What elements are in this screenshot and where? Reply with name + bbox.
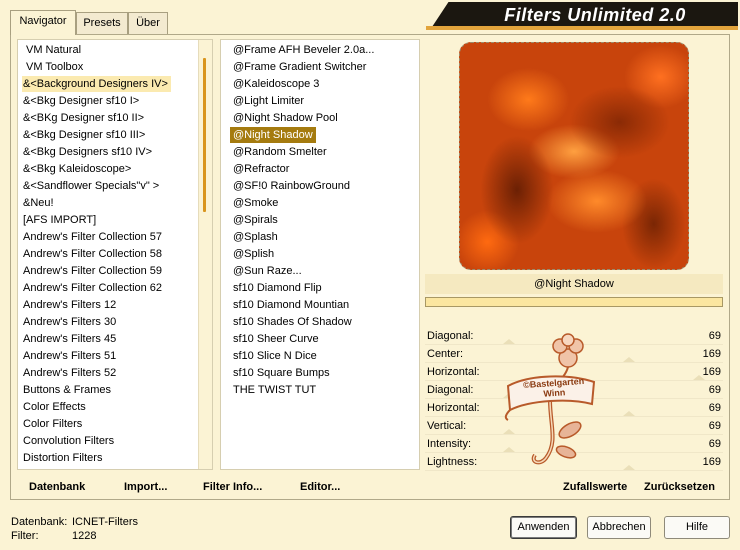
parameter-value: 69 [708, 438, 721, 450]
datenbank-button[interactable]: Datenbank [29, 479, 85, 495]
parameter-value: 169 [702, 456, 721, 468]
filter-item[interactable]: @Night Shadow Pool [230, 110, 341, 126]
app-title: Filters Unlimited 2.0 [504, 5, 686, 25]
category-item[interactable]: &<BKg Designer sf10 II> [22, 110, 147, 126]
category-item[interactable]: Andrew's Filters 52 [22, 365, 119, 381]
tab-navigator[interactable]: Navigator [10, 10, 76, 35]
category-item[interactable]: Andrew's Filters 12 [22, 297, 119, 313]
status-filter-label: Filter: [11, 530, 39, 542]
tab-ueber[interactable]: Über [128, 12, 168, 34]
category-item[interactable]: &Neu! [22, 195, 57, 211]
parameter-value: 169 [702, 366, 721, 378]
filter-item[interactable]: sf10 Diamond Flip [230, 280, 325, 296]
category-item[interactable]: Andrew's Filters 45 [22, 331, 119, 347]
status-filter-value: 1228 [72, 530, 97, 542]
parameter-value: 69 [708, 402, 721, 414]
category-item[interactable]: Andrew's Filter Collection 57 [22, 229, 165, 245]
filter-item[interactable]: sf10 Sheer Curve [230, 331, 322, 347]
filter-item[interactable]: @Kaleidoscope 3 [230, 76, 322, 92]
parameter-value: 69 [708, 420, 721, 432]
import-button[interactable]: Import... [124, 479, 167, 495]
parameter-name: Intensity: [427, 438, 472, 450]
category-item[interactable]: Convolution Filters [22, 433, 117, 449]
filter-item[interactable]: @Splish [230, 246, 277, 262]
category-item[interactable]: Edges, Round [22, 467, 96, 469]
watermark-logo [504, 333, 596, 465]
tab-presets[interactable]: Presets [76, 12, 128, 34]
filter-item[interactable]: @Light Limiter [230, 93, 307, 109]
parameter-value: 69 [708, 330, 721, 342]
status-db-value: ICNET-Filters [72, 516, 138, 528]
slider-thumb-icon[interactable] [623, 357, 635, 362]
category-item[interactable]: [AFS IMPORT] [22, 212, 99, 228]
filter-item[interactable]: @Random Smelter [230, 144, 330, 160]
category-item[interactable]: VM Toolbox [22, 59, 86, 75]
preview-filter-name: @Night Shadow [425, 274, 723, 294]
category-item[interactable]: Andrew's Filter Collection 62 [22, 280, 165, 296]
category-item[interactable]: &<Bkg Designer sf10 III> [22, 127, 148, 143]
filter-item[interactable]: @Frame Gradient Switcher [230, 59, 369, 75]
parameter-name: Center: [427, 348, 464, 360]
filter-item[interactable]: @Night Shadow [230, 127, 316, 143]
parameter-name: Lightness: [427, 456, 478, 468]
category-item[interactable]: &<Bkg Kaleidoscope> [22, 161, 134, 177]
parameter-name: Diagonal: [427, 330, 474, 342]
status-db-label: Datenbank: [11, 516, 68, 528]
category-list[interactable]: VM Natural VM Toolbox &<Background Designe… [17, 39, 213, 470]
cancel-button[interactable]: Abbrechen [587, 516, 651, 539]
filter-item[interactable]: THE TWIST TUT [230, 382, 319, 398]
category-item[interactable]: Andrew's Filter Collection 59 [22, 263, 165, 279]
preview-image [459, 42, 689, 270]
filter-item[interactable]: @Frame AFH Beveler 2.0a... [230, 42, 377, 58]
zuruecksetzen-button[interactable]: Zurücksetzen [644, 479, 715, 495]
parameter-value: 169 [702, 348, 721, 360]
category-item[interactable]: Andrew's Filters 51 [22, 348, 119, 364]
category-item[interactable]: Color Effects [22, 399, 89, 415]
filter-item[interactable]: @Refractor [230, 161, 292, 177]
filter-item[interactable]: @Smoke [230, 195, 281, 211]
category-item[interactable]: Distortion Filters [22, 450, 105, 466]
help-button[interactable]: Hilfe [664, 516, 730, 539]
slider-thumb-icon[interactable] [623, 411, 635, 416]
filter-item[interactable]: @SF!0 RainbowGround [230, 178, 353, 194]
category-item[interactable]: Andrew's Filter Collection 58 [22, 246, 165, 262]
filter-item[interactable]: sf10 Shades Of Shadow [230, 314, 355, 330]
category-list-scrollbar[interactable] [198, 40, 212, 469]
parameter-value: 69 [708, 384, 721, 396]
category-list-scroll-thumb[interactable] [203, 58, 206, 212]
zufallswerte-button[interactable]: Zufallswerte [563, 479, 627, 495]
category-item[interactable]: Color Filters [22, 416, 85, 432]
apply-button[interactable]: Anwenden [510, 516, 577, 539]
category-item[interactable]: &<Sandflower Specials"v" > [22, 178, 162, 194]
category-item[interactable]: &<Background Designers IV> [22, 76, 171, 92]
parameter-name: Vertical: [427, 420, 467, 432]
filter-info-button[interactable]: Filter Info... [203, 479, 262, 495]
parameter-name: Horizontal: [427, 402, 480, 414]
category-item[interactable]: &<Bkg Designers sf10 IV> [22, 144, 155, 160]
editor-button[interactable]: Editor... [300, 479, 340, 495]
filter-item[interactable]: @Splash [230, 229, 281, 245]
filter-list[interactable]: @Frame AFH Beveler 2.0a... @Frame Gradien… [220, 39, 420, 470]
filter-item[interactable]: sf10 Square Bumps [230, 365, 333, 381]
filter-item[interactable]: @Spirals [230, 212, 281, 228]
parameter-name: Horizontal: [427, 366, 480, 378]
progress-bar [425, 297, 723, 307]
category-item[interactable]: &<Bkg Designer sf10 I> [22, 93, 142, 109]
filter-item[interactable]: sf10 Slice N Dice [230, 348, 320, 364]
parameter-name: Diagonal: [427, 384, 474, 396]
filter-item[interactable]: sf10 Diamond Mountian [230, 297, 352, 313]
slider-thumb-icon[interactable] [623, 465, 635, 470]
category-item[interactable]: VM Natural [22, 42, 84, 58]
filter-item[interactable]: @Sun Raze... [230, 263, 305, 279]
category-item[interactable]: Buttons & Frames [22, 382, 114, 398]
category-item[interactable]: Andrew's Filters 30 [22, 314, 119, 330]
